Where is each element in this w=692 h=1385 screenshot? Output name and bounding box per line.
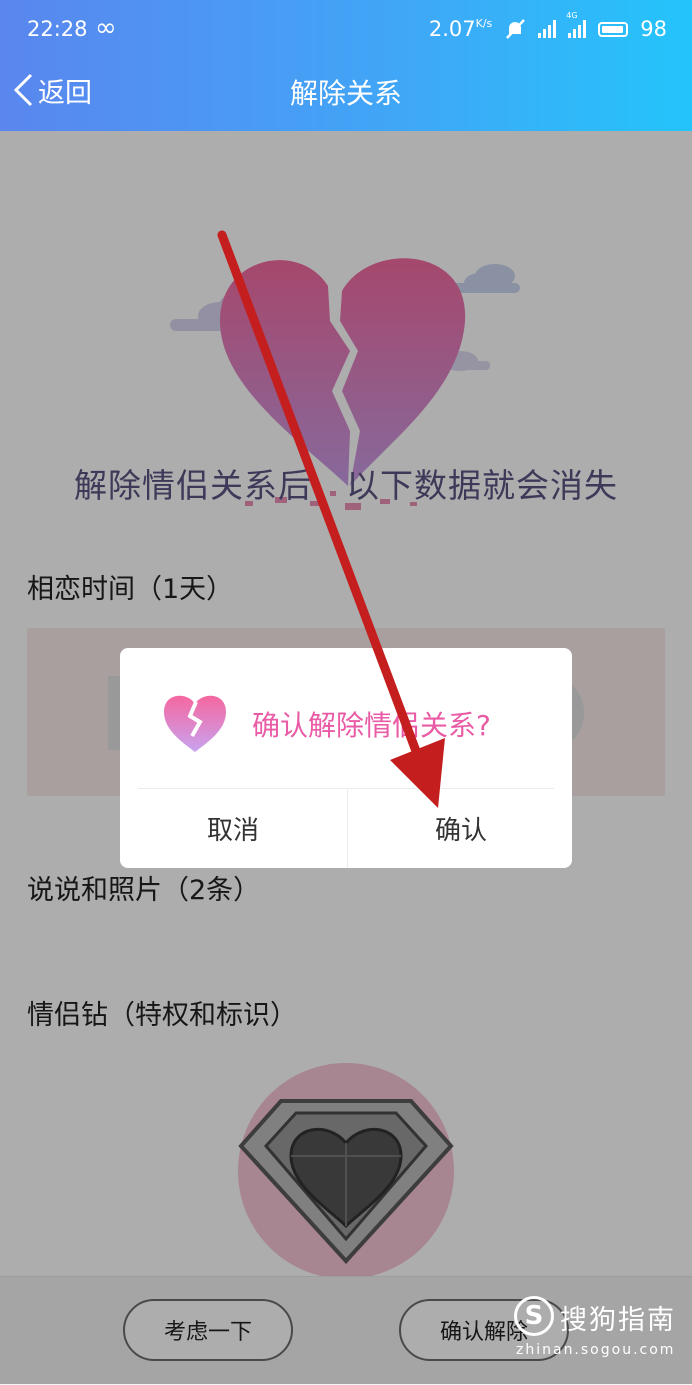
confirm-dialog: 确认解除情侣关系? 取消 确认 — [120, 648, 572, 868]
sogou-logo-icon: S — [514, 1296, 554, 1336]
bell-muted-icon — [506, 19, 526, 39]
infinity-icon: ∞ — [95, 13, 117, 43]
status-time: 22:28 — [27, 17, 88, 41]
status-bar: 22:28 ∞ 2.07K/s 4G 98 — [0, 0, 692, 62]
cancel-button[interactable]: 取消 — [120, 789, 346, 868]
status-right: 2.07K/s 4G 98 — [428, 11, 667, 41]
battery-level: 98 — [640, 17, 667, 41]
dialog-message: 确认解除情侣关系? — [252, 709, 491, 742]
network-speed: 2.07K/s — [428, 17, 493, 41]
signal-icon — [538, 20, 557, 38]
page-title: 解除关系 — [289, 77, 402, 110]
battery-icon — [598, 21, 629, 37]
signal-4g-icon: 4G — [566, 11, 587, 38]
ok-button[interactable]: 确认 — [348, 789, 572, 868]
app-header: 22:28 ∞ 2.07K/s 4G 98 返回 解除关系 — [0, 0, 692, 131]
watermark: S 搜狗指南 zhinan.sogou.com — [514, 1296, 684, 1360]
watermark-url: zhinan.sogou.com — [516, 1342, 676, 1358]
broken-heart-icon — [164, 695, 226, 752]
network-speed-unit: K/s — [475, 17, 493, 30]
watermark-name: 搜狗指南 — [560, 1305, 676, 1336]
